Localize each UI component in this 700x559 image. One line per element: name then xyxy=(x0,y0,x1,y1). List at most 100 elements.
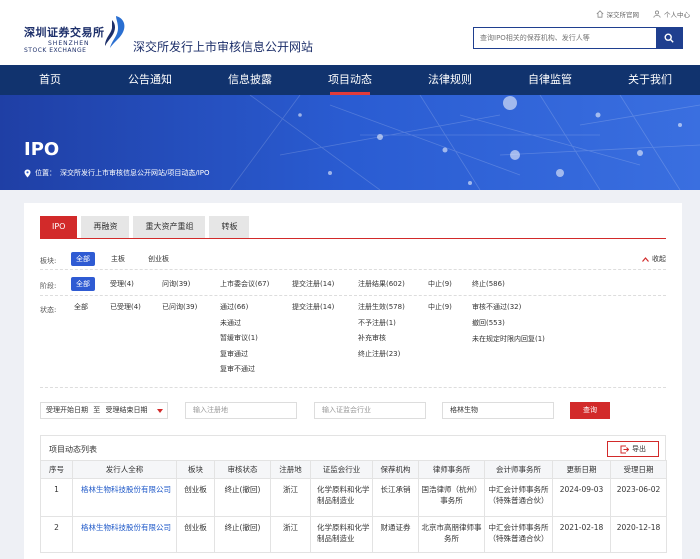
status-option-suspended[interactable]: 中止(9) xyxy=(428,300,452,316)
cell-status: 终止(撤回) xyxy=(214,478,271,517)
query-button[interactable]: 查询 xyxy=(570,402,610,419)
table-row[interactable]: 2 格林生物科技股份有限公司 创业板 终止(撤回) 浙江 化学原料和化学制品制造… xyxy=(40,516,667,553)
page-banner: IPO 位置： 深交所发行上市审核信息公开网站/项目动态/IPO xyxy=(0,95,700,190)
col-accounting-firm: 会计师事务所 xyxy=(484,460,553,479)
status-col-suspend: 中止(9) xyxy=(428,300,452,316)
stage-option-accepted[interactable]: 受理(4) xyxy=(110,277,134,291)
stage-filter-label: 阶段: xyxy=(40,282,57,290)
status-option-registration-effective[interactable]: 注册生效(578) xyxy=(358,300,405,316)
accept-start-date[interactable]: 受理开始日期 xyxy=(46,406,88,414)
stage-option-terminated[interactable]: 终止(586) xyxy=(472,277,505,291)
szse-logo[interactable]: 深圳证券交易所 SHENZHEN STOCK EXCHANGE xyxy=(24,14,128,56)
main-nav: 首页 公告通知 信息披露 项目动态 法律规则 自律监管 关于我们 xyxy=(0,65,700,95)
status-option-all[interactable]: 全部 xyxy=(74,300,88,316)
cell-update-date: 2021-02-18 xyxy=(552,516,611,553)
status-filter-label: 状态: xyxy=(40,306,57,314)
stage-option-suspended[interactable]: 中止(9) xyxy=(428,277,452,291)
cell-region: 浙江 xyxy=(270,516,311,553)
nav-home[interactable]: 首页 xyxy=(0,65,100,95)
nav-project-updates[interactable]: 项目动态 xyxy=(300,65,400,95)
site-search-button[interactable] xyxy=(656,28,682,48)
collapse-label: 收起 xyxy=(652,255,666,263)
site-search xyxy=(473,27,683,49)
export-button[interactable]: 导出 xyxy=(607,441,659,457)
status-option-passed[interactable]: 通过(66) xyxy=(220,300,258,316)
col-industry: 证监会行业 xyxy=(310,460,373,479)
nav-disclosure[interactable]: 信息披露 xyxy=(200,65,300,95)
tab-restructuring[interactable]: 重大资产重组 xyxy=(133,216,206,238)
szse-home-link[interactable]: 深交所官网 xyxy=(596,9,640,19)
cell-sponsor: 财通证券 xyxy=(372,516,419,553)
nav-self-regulation[interactable]: 自律监管 xyxy=(500,65,600,95)
col-update-date: 更新日期 xyxy=(552,460,611,479)
keyword-input[interactable]: 格林生物 xyxy=(442,402,554,419)
col-board: 板块 xyxy=(176,460,215,479)
site-title: 深交所发行上市审核信息公开网站 xyxy=(133,40,314,54)
tab-board-transfer[interactable]: 转板 xyxy=(209,216,250,238)
status-col-submit: 提交注册(14) xyxy=(292,300,334,316)
status-option-no-reply-in-time[interactable]: 未在规定时限内回复(1) xyxy=(472,331,562,344)
nav-rules[interactable]: 法律规则 xyxy=(400,65,500,95)
status-option-registration-denied[interactable]: 不予注册(1) xyxy=(358,316,405,332)
cell-board: 创业板 xyxy=(176,478,215,517)
stage-option-listing-committee[interactable]: 上市委会议(67) xyxy=(220,277,269,291)
szse-home-label: 深交所官网 xyxy=(606,11,640,19)
board-option-chinext[interactable]: 创业板 xyxy=(148,252,169,266)
tab-underline xyxy=(40,238,666,239)
nav-about[interactable]: 关于我们 xyxy=(600,65,700,95)
nav-announcements[interactable]: 公告通知 xyxy=(100,65,200,95)
logo-english-line-2: STOCK EXCHANGE xyxy=(24,47,87,54)
cell-index: 2 xyxy=(40,516,73,553)
accept-date-range[interactable]: 受理开始日期 至 受理结束日期 xyxy=(40,402,168,419)
date-range-separator: 至 xyxy=(93,406,101,414)
status-option-review-failed[interactable]: 审核不通过(32) xyxy=(472,300,562,316)
status-option-deferred[interactable]: 暂缓审议(1) xyxy=(220,331,258,347)
collapse-filters-button[interactable]: 收起 xyxy=(642,254,666,264)
stage-option-registration-result[interactable]: 注册结果(602) xyxy=(358,277,405,291)
status-col-all: 全部 xyxy=(74,300,88,316)
logo-chinese-text: 深圳证券交易所 xyxy=(24,26,105,39)
industry-input[interactable]: 输入证监会行业 xyxy=(314,402,426,419)
breadcrumb-path[interactable]: 深交所发行上市审核信息公开网站/项目动态/IPO xyxy=(60,168,210,178)
board-filter-label: 板块: xyxy=(40,257,57,265)
col-region: 注册地 xyxy=(270,460,311,479)
board-option-all[interactable]: 全部 xyxy=(71,252,95,266)
table-row[interactable]: 1 格林生物科技股份有限公司 创业板 终止(撤回) 浙江 化学原料和化学制品制造… xyxy=(40,478,667,517)
status-option-not-passed[interactable]: 未通过 xyxy=(220,316,258,332)
board-option-main[interactable]: 主板 xyxy=(111,252,125,266)
accept-end-date[interactable]: 受理结束日期 xyxy=(105,406,147,414)
stage-option-inquiry[interactable]: 问询(39) xyxy=(162,277,190,291)
status-option-accepted[interactable]: 已受理(4) xyxy=(110,300,141,316)
status-option-supplementary-review[interactable]: 补充审核 xyxy=(358,331,405,347)
results-header: 项目动态列表 导出 xyxy=(40,435,666,461)
site-header: 深圳证券交易所 SHENZHEN STOCK EXCHANGE 深交所发行上市审… xyxy=(0,0,700,65)
stage-option-all[interactable]: 全部 xyxy=(71,277,95,291)
tab-ipo[interactable]: IPO xyxy=(40,216,78,238)
col-index: 序号 xyxy=(40,460,73,479)
region-input[interactable]: 输入注册地 xyxy=(185,402,297,419)
cell-issuer-link[interactable]: 格林生物科技股份有限公司 xyxy=(72,516,177,553)
logo-english-line-1: SHENZHEN xyxy=(48,40,90,47)
status-option-review-passed[interactable]: 复审通过 xyxy=(220,347,258,363)
szse-emblem-icon xyxy=(105,16,125,48)
status-option-inquired[interactable]: 已问询(39) xyxy=(162,300,197,316)
top-links: 深交所官网 个人中心 xyxy=(596,9,690,19)
site-search-input[interactable] xyxy=(474,28,656,48)
cell-accept-date: 2023-06-02 xyxy=(610,478,667,517)
status-option-withdrawn[interactable]: 撤回(553) xyxy=(472,316,562,332)
breadcrumb-label: 位置： xyxy=(35,169,56,177)
col-accept-date: 受理日期 xyxy=(610,460,667,479)
cell-industry: 化学原料和化学制品制造业 xyxy=(310,516,373,553)
status-option-registration-terminated[interactable]: 终止注册(23) xyxy=(358,347,405,363)
status-option-review-not-passed[interactable]: 复审不通过 xyxy=(220,362,258,378)
user-center-link[interactable]: 个人中心 xyxy=(653,9,690,19)
filter-divider xyxy=(40,387,666,388)
cell-update-date: 2024-09-03 xyxy=(552,478,611,517)
stage-option-submit-registration[interactable]: 提交注册(14) xyxy=(292,277,334,291)
cell-status: 终止(撤回) xyxy=(214,516,271,553)
user-icon xyxy=(653,10,661,18)
cell-region: 浙江 xyxy=(270,478,311,517)
cell-issuer-link[interactable]: 格林生物科技股份有限公司 xyxy=(72,478,177,517)
tab-refinancing[interactable]: 再融资 xyxy=(81,216,130,238)
status-option-submit-registration[interactable]: 提交注册(14) xyxy=(292,300,334,316)
